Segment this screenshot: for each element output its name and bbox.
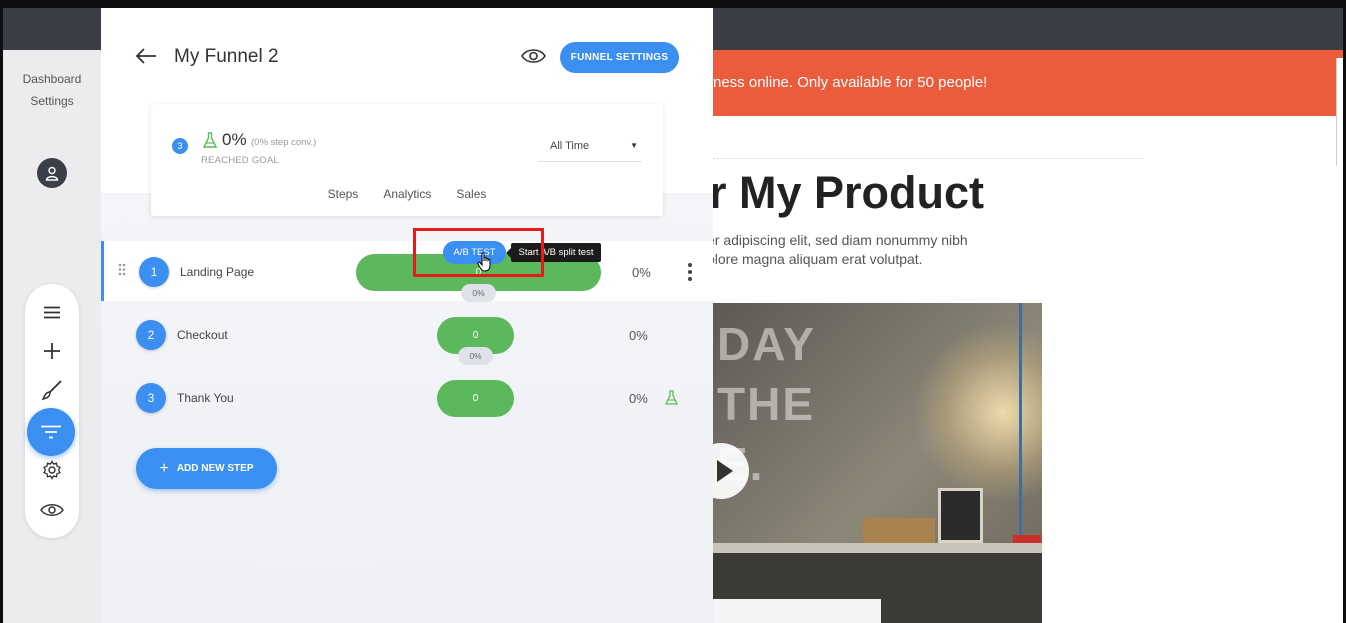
user-icon bbox=[45, 166, 59, 181]
gear-icon[interactable] bbox=[25, 452, 79, 488]
step-percent: 0% bbox=[632, 265, 651, 280]
step-visits-bar[interactable]: 0 bbox=[437, 380, 514, 417]
back-arrow-icon[interactable] bbox=[135, 48, 157, 69]
settings-link[interactable]: Settings bbox=[3, 94, 101, 108]
hero-body-line: olore magna aliquam erat volutpat. bbox=[713, 251, 923, 267]
desk-surface bbox=[713, 543, 1042, 553]
reached-goal-label: REACHED GOAL bbox=[201, 155, 279, 166]
brush-icon[interactable] bbox=[25, 372, 79, 408]
step-conversion: (0% step conv.) bbox=[251, 137, 317, 148]
step-number: 3 bbox=[136, 383, 166, 413]
steps-count-badge: 3 bbox=[172, 138, 188, 154]
step-name: Thank You bbox=[177, 391, 234, 405]
flask-icon bbox=[202, 132, 218, 153]
tab-analytics[interactable]: Analytics bbox=[383, 187, 431, 201]
wooden-box bbox=[863, 518, 935, 546]
tool-palette bbox=[25, 284, 79, 538]
hero-headline: r My Product bbox=[713, 167, 985, 218]
avatar[interactable] bbox=[37, 158, 67, 188]
wall-text: THE bbox=[717, 378, 815, 430]
add-new-step-label: ADD NEW STEP bbox=[176, 463, 254, 474]
dashboard-link[interactable]: Dashboard bbox=[3, 72, 101, 86]
more-options-icon[interactable] bbox=[687, 262, 693, 287]
hand-cursor-icon bbox=[477, 252, 493, 277]
funnel-icon[interactable] bbox=[27, 408, 75, 456]
goal-flask-icon[interactable] bbox=[664, 390, 679, 410]
wall-text: DAY bbox=[717, 318, 816, 370]
page-preview: ness online. Only available for 50 peopl… bbox=[713, 50, 1343, 623]
step-row-thank-you[interactable]: 3 Thank You 0 0% bbox=[101, 367, 713, 427]
white-card bbox=[713, 599, 881, 623]
step-percent: 0% bbox=[629, 391, 648, 406]
funnel-stats-card: 3 0% (0% step conv.) REACHED GOAL All Ti… bbox=[151, 104, 663, 216]
step-number: 1 bbox=[139, 257, 169, 287]
drag-handle-icon[interactable] bbox=[118, 263, 126, 281]
funnel-settings-button[interactable]: FUNNEL SETTINGS bbox=[560, 42, 679, 73]
step-name: Landing Page bbox=[180, 265, 255, 279]
eye-icon[interactable] bbox=[25, 492, 79, 528]
step-row-landing-page[interactable]: 1 Landing Page 0 0% 0% bbox=[101, 241, 713, 302]
lamp-glow bbox=[913, 323, 1042, 503]
step-row-checkout[interactable]: 2 Checkout 0 0% 0% bbox=[101, 304, 713, 365]
plus-icon: + bbox=[159, 459, 169, 477]
promo-banner: ness online. Only available for 50 peopl… bbox=[713, 50, 1343, 116]
time-range-select[interactable]: All Time ▼ bbox=[538, 132, 642, 162]
funnel-panel: My Funnel 2 FUNNEL SETTINGS 3 0% (0% ste… bbox=[101, 8, 713, 623]
time-range-value: All Time bbox=[550, 140, 590, 152]
hero-body-line: er adipiscing elit, sed diam nonummy nib… bbox=[713, 232, 968, 248]
menu-icon[interactable] bbox=[25, 294, 79, 330]
step-percent: 0% bbox=[629, 328, 648, 343]
goal-percent: 0% bbox=[222, 130, 247, 149]
step-name: Checkout bbox=[177, 328, 228, 342]
preview-scrollbar[interactable] bbox=[1336, 58, 1343, 166]
hero-video-thumbnail[interactable]: DAY THE E. bbox=[713, 303, 1042, 623]
caret-down-icon: ▼ bbox=[630, 141, 638, 150]
step-number: 2 bbox=[136, 320, 166, 350]
preview-eye-icon[interactable] bbox=[521, 48, 546, 69]
plus-icon[interactable] bbox=[25, 333, 79, 369]
app-window: Dashboard Settings My Funnel 2 FUNNEL SE… bbox=[3, 8, 1343, 623]
stats-tabs: Steps Analytics Sales bbox=[151, 187, 663, 201]
lamp-pole bbox=[1019, 303, 1022, 543]
picture-frame bbox=[938, 488, 983, 543]
step-conversion-pill: 0% bbox=[461, 284, 496, 302]
promo-text: ness online. Only available for 50 peopl… bbox=[713, 74, 988, 91]
step-conversion-pill: 0% bbox=[458, 347, 493, 365]
hero-body: er adipiscing elit, sed diam nonummy nib… bbox=[713, 231, 968, 269]
divider bbox=[713, 158, 1143, 159]
tab-steps[interactable]: Steps bbox=[328, 187, 359, 201]
page-title: My Funnel 2 bbox=[174, 46, 279, 67]
left-sidebar: Dashboard Settings bbox=[3, 50, 101, 623]
tab-sales[interactable]: Sales bbox=[456, 187, 486, 201]
add-new-step-button[interactable]: + ADD NEW STEP bbox=[136, 448, 277, 489]
